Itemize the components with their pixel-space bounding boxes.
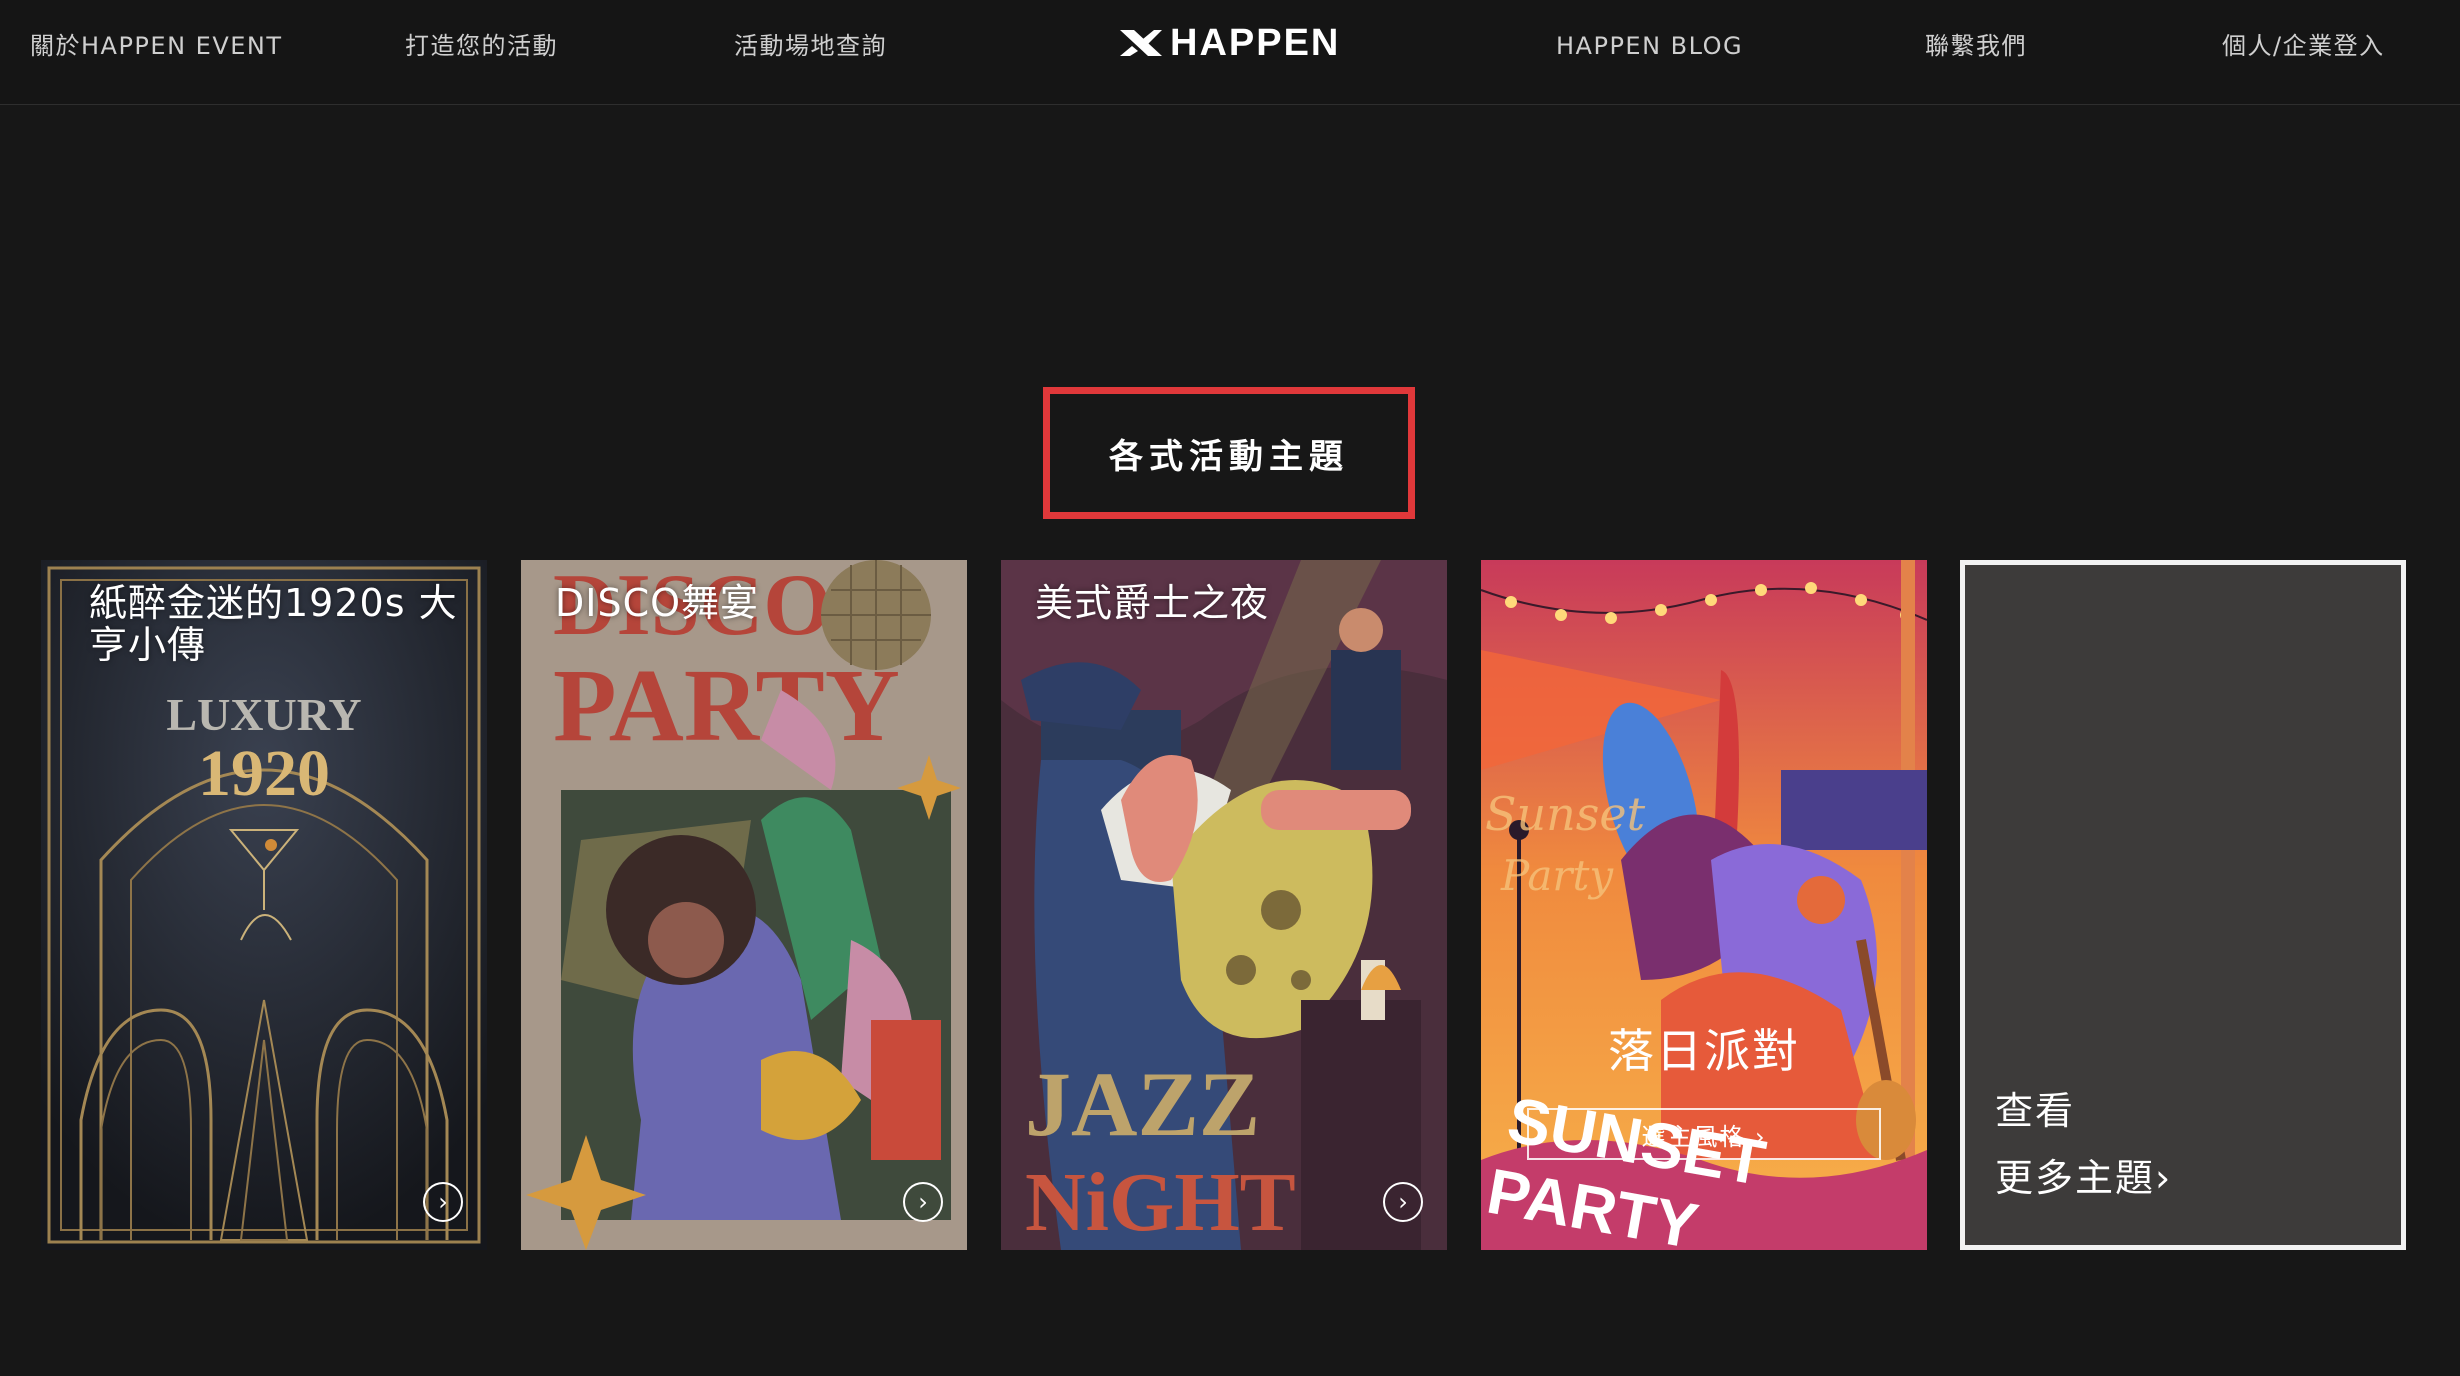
- happen-logo[interactable]: HAPPEN: [1118, 18, 1340, 68]
- disco-poster-image: DISCO PARTY: [521, 560, 967, 1250]
- theme-card-sunset[interactable]: Sunset Party SUNSET PARTY 落日派對 選主風格 ›: [1481, 560, 1927, 1250]
- nav-link-blog[interactable]: HAPPEN BLOG: [1556, 28, 1743, 64]
- logo-text: HAPPEN: [1170, 21, 1341, 64]
- card-title: 紙醉金迷的1920s 大亨小傳: [89, 581, 458, 667]
- arrow-right-icon[interactable]: ›: [423, 1182, 463, 1222]
- poster-text-luxury: LUXURY: [166, 689, 361, 740]
- nav-link-create-event[interactable]: 打造您的活動: [405, 28, 558, 64]
- theme-card-disco[interactable]: DISCO PARTY DISCO舞宴 ›: [521, 560, 967, 1250]
- poster-text-party: PARTY: [553, 648, 900, 763]
- card-title: 美式爵士之夜: [1035, 581, 1270, 625]
- jazz-poster-image: JAZZ NiGHT: [1001, 560, 1447, 1250]
- poster-text-1920: 1920: [198, 737, 330, 810]
- section-title: 各式活動主題: [1109, 436, 1349, 477]
- theme-card-1920[interactable]: LUXURY 1920 紙醉金迷的1920s 大亨小傳 ›: [41, 560, 487, 1250]
- poster-text-sunset-script: Sunset: [1485, 787, 1646, 841]
- more-themes-line1: 查看: [1995, 1089, 2076, 1133]
- happen-logo-icon: [1120, 30, 1162, 56]
- poster-text-party-script: Party: [1500, 851, 1614, 900]
- section-title-box: 各式活動主題: [1043, 387, 1415, 519]
- theme-card-jazz[interactable]: JAZZ NiGHT 美式爵士之夜 ›: [1001, 560, 1447, 1250]
- arrow-right-icon[interactable]: ›: [1383, 1182, 1423, 1222]
- arrow-right-icon[interactable]: ›: [903, 1182, 943, 1222]
- card-title: 落日派對: [1608, 1024, 1800, 1078]
- nav-link-login[interactable]: 個人/企業登入: [2222, 28, 2385, 64]
- poster-text-jazz: JAZZ: [1025, 1053, 1260, 1155]
- card-title: DISCO舞宴: [555, 581, 760, 625]
- poster-text-night: NiGHT: [1025, 1156, 1296, 1249]
- nav-link-contact[interactable]: 聯繫我們: [1925, 28, 2027, 64]
- nav-link-about[interactable]: 關於HAPPEN EVENT: [30, 28, 283, 64]
- top-nav: 關於HAPPEN EVENT 打造您的活動 活動場地查詢 HAPPEN HAPP…: [0, 0, 2460, 105]
- choose-style-button[interactable]: 選主風格 ›: [1527, 1108, 1881, 1160]
- more-themes-card[interactable]: 查看 更多主題›: [1960, 560, 2406, 1250]
- nav-link-venue-search[interactable]: 活動場地查詢: [734, 28, 887, 64]
- more-themes-line2: 更多主題›: [1995, 1156, 2173, 1200]
